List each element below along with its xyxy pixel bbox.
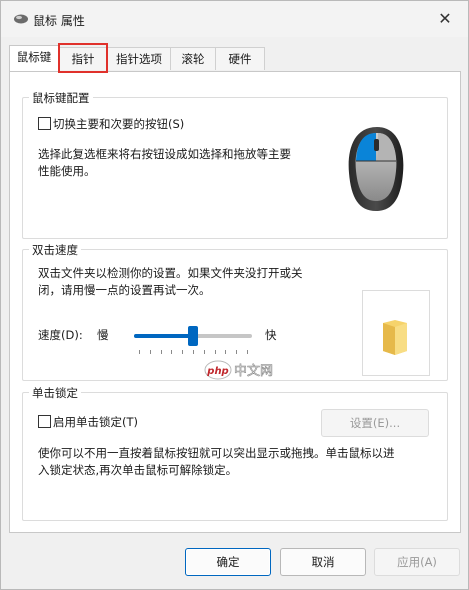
speed-slider-tick (236, 350, 237, 354)
tab-hardware[interactable]: 硬件 (215, 47, 265, 70)
tab-pointer-options[interactable]: 指针选项 (107, 47, 171, 70)
speed-slider-tick (182, 350, 183, 354)
window-title: 鼠标 属性 (33, 14, 85, 28)
speed-slider-tick (193, 350, 194, 354)
slow-label: 慢 (97, 328, 109, 342)
click-lock-description-2: 入锁定状态,再次单击鼠标可解除锁定。 (38, 463, 238, 477)
switch-buttons-checkbox-box[interactable] (38, 117, 51, 130)
double-click-description-2: 闭，请用慢一点的设置再试一次。 (38, 283, 211, 297)
click-lock-group: 单击锁定 启用单击锁定(T) 设置(E)... 使你可以不用一直按着鼠标按钮就可… (22, 385, 448, 521)
speed-slider-tick (161, 350, 162, 354)
speed-slider-ticks (134, 350, 252, 354)
speed-slider-tick (247, 350, 248, 354)
php-watermark: php 中文网 (204, 359, 286, 386)
speed-slider-tick (215, 350, 216, 354)
speed-slider-thumb[interactable] (188, 326, 198, 346)
mouse-properties-dialog: 鼠标 属性 ✕ 鼠标键 指针 指针选项 滚轮 硬件 鼠标键配置 切换主要和次要的… (0, 0, 469, 590)
title-bar: 鼠标 属性 ✕ (1, 1, 468, 37)
click-lock-description-1: 使你可以不用一直按着鼠标按钮就可以突出显示或拖拽。单击鼠标以进 (38, 446, 395, 460)
speed-slider-fill (134, 334, 193, 338)
button-config-title: 鼠标键配置 (29, 90, 93, 106)
switch-buttons-checkbox[interactable]: 切换主要和次要的按钮(S) (38, 116, 184, 133)
php-badge: php (206, 366, 228, 377)
click-lock-label: 启用单击锁定(T) (53, 415, 138, 429)
double-click-title: 双击速度 (29, 242, 81, 258)
mouse-icon (14, 14, 28, 24)
php-text: 中文网 (234, 364, 273, 379)
click-lock-title: 单击锁定 (29, 385, 81, 401)
speed-slider-tick (150, 350, 151, 354)
button-config-description-2: 性能使用。 (38, 164, 96, 178)
mouse-image-box (319, 103, 434, 234)
pointer-tab-highlight (58, 43, 108, 73)
php-logo: php 中文网 (204, 360, 273, 380)
click-lock-settings-button[interactable]: 设置(E)... (321, 409, 429, 437)
cancel-button[interactable]: 取消 (280, 548, 366, 576)
tab-wheel[interactable]: 滚轮 (170, 47, 216, 70)
folder-icon[interactable] (363, 291, 429, 375)
click-lock-checkbox-box[interactable] (38, 415, 51, 428)
mouse-illustration-icon (348, 127, 404, 211)
apply-button[interactable]: 应用(A) (374, 548, 460, 576)
fast-label: 快 (265, 328, 277, 342)
button-config-group: 鼠标键配置 切换主要和次要的按钮(S) 选择此复选框来将右按钮设成如选择和拖放等… (22, 90, 448, 239)
switch-buttons-label: 切换主要和次要的按钮(S) (53, 117, 185, 131)
speed-label: 速度(D): (38, 328, 83, 342)
ok-button[interactable]: 确定 (185, 548, 271, 576)
button-config-description-1: 选择此复选框来将右按钮设成如选择和拖放等主要 (38, 147, 291, 161)
click-lock-checkbox[interactable]: 启用单击锁定(T) (38, 414, 138, 431)
speed-slider-tick (171, 350, 172, 354)
test-folder-box[interactable] (362, 290, 430, 376)
speed-slider-tick (204, 350, 205, 354)
speed-slider-tick (139, 350, 140, 354)
speed-slider-tick (225, 350, 226, 354)
close-button[interactable]: ✕ (422, 1, 468, 37)
double-click-description-1: 双击文件夹以检测你的设置。如果文件夹没打开或关 (38, 266, 303, 280)
tab-buttons[interactable]: 鼠标键 (9, 45, 59, 71)
speed-slider[interactable] (134, 326, 252, 346)
tab-panel: 鼠标键配置 切换主要和次要的按钮(S) 选择此复选框来将右按钮设成如选择和拖放等… (9, 71, 461, 533)
close-icon: ✕ (438, 9, 452, 28)
